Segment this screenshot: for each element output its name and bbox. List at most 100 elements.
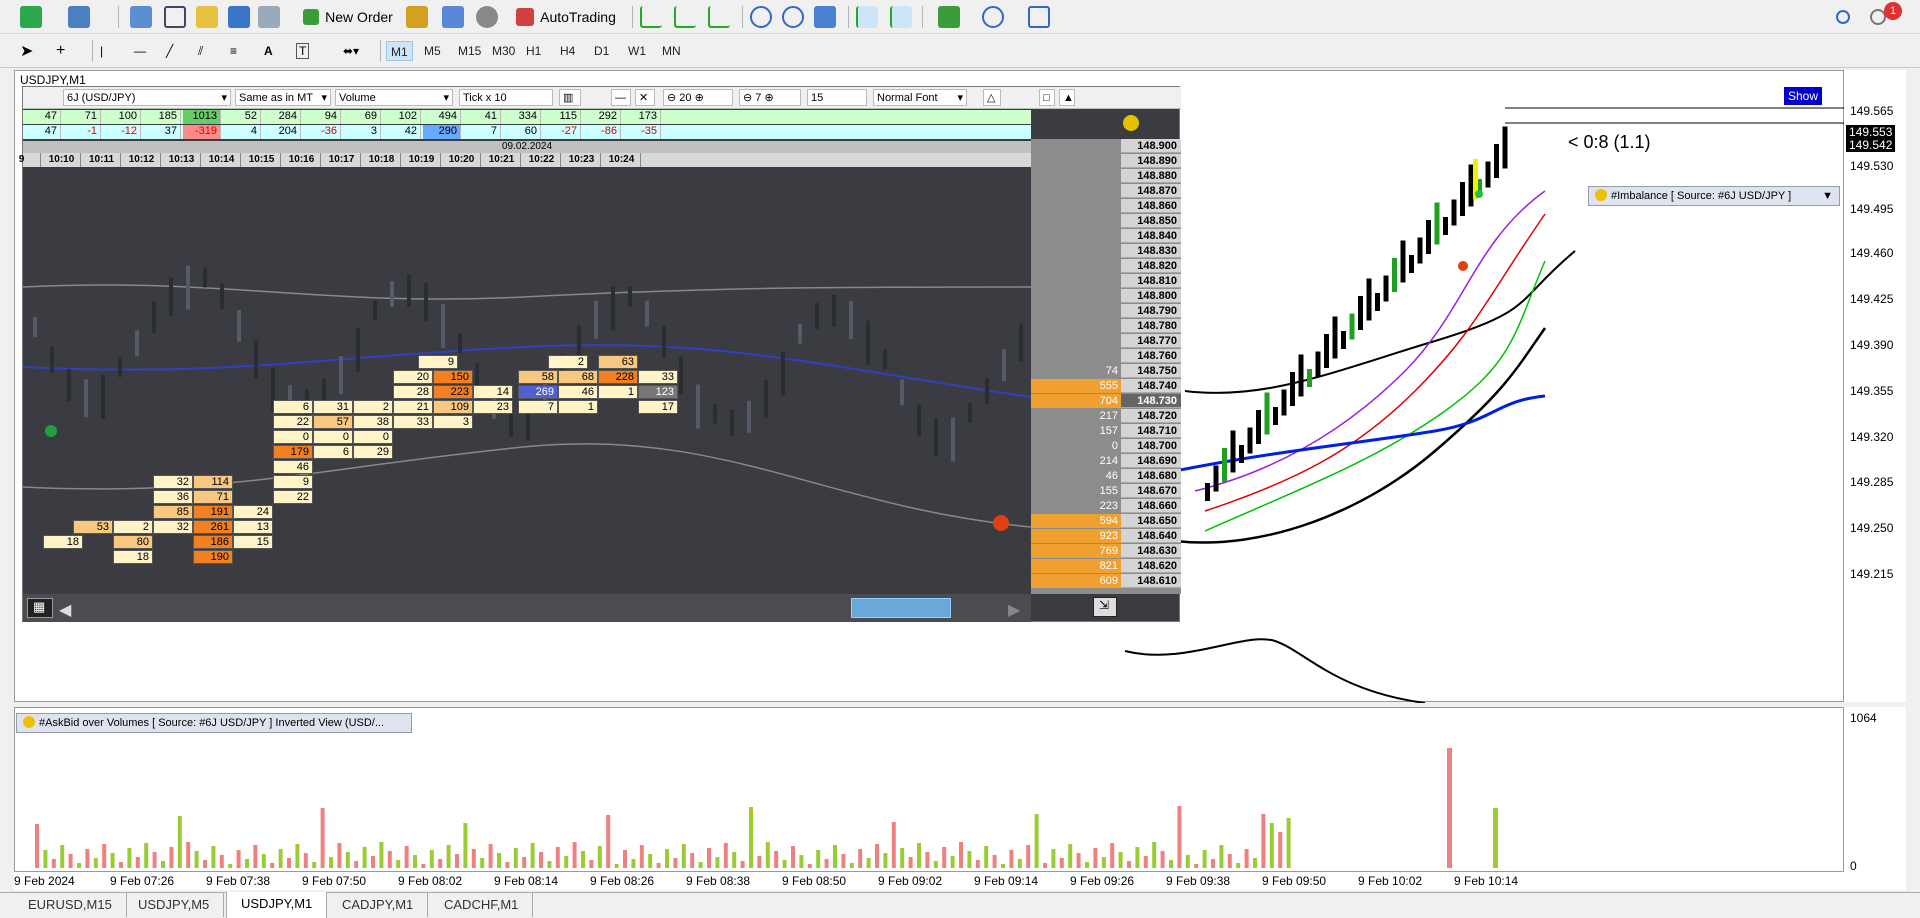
timeframe-mn[interactable]: MN: [658, 41, 685, 61]
footprint-candle: [883, 349, 887, 370]
ladder-price: 148.780: [1121, 319, 1181, 333]
font-select[interactable]: Normal Font ▾: [873, 89, 967, 106]
timeframe-m30[interactable]: M30: [488, 41, 519, 61]
footprint-cell: 23: [473, 400, 513, 414]
chart-tab[interactable]: CADCHF,M1: [430, 893, 534, 917]
footprint-candle: [985, 378, 989, 405]
candle: [1358, 296, 1363, 330]
ladder-price: 148.810: [1121, 274, 1181, 288]
timeframe-m5[interactable]: M5: [420, 41, 445, 61]
tile-windows-button[interactable]: [814, 4, 836, 30]
timeframe-d1[interactable]: D1: [590, 41, 613, 61]
volume-bar: [740, 861, 745, 868]
terminal-button[interactable]: [228, 4, 250, 30]
auto-scroll-button[interactable]: [856, 4, 878, 30]
imbalance-indicator-label[interactable]: #Imbalance [ Source: #6J USD/JPY ] ▼: [1588, 186, 1840, 206]
price-axis[interactable]: 149.565 149.553 149.542 149.530 149.495 149.4…: [1844, 70, 1906, 702]
tick-select[interactable]: Tick x 10: [459, 89, 553, 106]
ladder-row: 555 148.740: [1031, 379, 1181, 394]
candlestick-button[interactable]: [674, 4, 696, 30]
equidistant-channel-button[interactable]: ⫽: [198, 38, 203, 64]
line-chart-button[interactable]: [708, 4, 730, 30]
vertical-line-button[interactable]: |: [100, 38, 103, 64]
timeframe-m15[interactable]: M15: [454, 41, 485, 61]
templates-button[interactable]: [1020, 4, 1058, 30]
zoom-in-button[interactable]: [750, 4, 772, 30]
signals-button[interactable]: [442, 4, 464, 30]
footprint-cell: 31: [313, 400, 353, 414]
folder-icon: [196, 6, 218, 28]
chart-shift-button[interactable]: [890, 4, 912, 30]
show-button[interactable]: Show: [1784, 87, 1822, 105]
type-select[interactable]: Volume ▾: [335, 89, 453, 106]
indicators-button[interactable]: [930, 4, 968, 30]
resize-button[interactable]: ⇲: [1093, 597, 1117, 617]
price-label: 149.542: [1846, 138, 1896, 152]
volume-bar: [228, 864, 233, 868]
down-icon: ⊖: [743, 92, 753, 104]
text-button[interactable]: A: [264, 38, 273, 64]
chart-tab[interactable]: USDJPY,M1: [226, 892, 328, 918]
level-control[interactable]: 15: [807, 89, 867, 106]
periods-button[interactable]: [974, 4, 1012, 30]
volume-bar: [950, 856, 955, 868]
market-watch-button[interactable]: [130, 4, 152, 30]
autotrading-button[interactable]: AutoTrading: [508, 4, 624, 30]
data-window-button[interactable]: [164, 4, 186, 30]
footprint-panel[interactable]: 6J (USD/JPY) ▾ Same as in MT ▾ Volume ▾ Tic…: [19, 86, 1181, 622]
cursor-button[interactable]: ➤: [20, 38, 33, 64]
chart-tab[interactable]: CADJPY,M1: [328, 893, 429, 917]
market-button[interactable]: [476, 4, 498, 30]
maximize-button[interactable]: □: [1039, 89, 1055, 106]
black-line: [1184, 250, 1576, 394]
collapse-button[interactable]: ▲: [1059, 89, 1075, 106]
mode-select[interactable]: Same as in MT ▾: [235, 89, 331, 106]
fibonacci-button[interactable]: ≡: [230, 38, 237, 64]
dropdown-arrow-icon[interactable]: ▼: [1822, 187, 1833, 205]
candle: [1434, 202, 1440, 245]
subchart-title[interactable]: #AskBid over Volumes [ Source: #6J USD/J…: [16, 713, 412, 733]
new-chart-button[interactable]: [20, 4, 42, 30]
horizontal-line-button[interactable]: —: [134, 38, 146, 64]
candle: [1451, 199, 1457, 226]
volume-bar: [858, 849, 863, 868]
price-ladder[interactable]: 148.900 148.890 148.880 148.870 148.860 148.8…: [1031, 139, 1181, 594]
notifications-button[interactable]: 1: [1870, 2, 1902, 30]
search-button[interactable]: [1836, 4, 1850, 30]
chart-tab[interactable]: USDJPY,M5: [124, 893, 225, 917]
delta-cell: -36: [303, 125, 341, 139]
volume-bar: [975, 860, 980, 868]
instrument-select[interactable]: 6J (USD/JPY) ▾: [63, 89, 231, 106]
timeframe-m1[interactable]: M1: [386, 41, 413, 61]
ladder-volume: 769: [1031, 544, 1121, 558]
scroll-left-button[interactable]: ◀: [59, 600, 71, 620]
scroll-right-button[interactable]: ▶: [1008, 600, 1020, 620]
trendline-button[interactable]: ╱: [166, 38, 173, 64]
zoom-control[interactable]: ⊖ 20 ⊕: [663, 89, 733, 106]
zoom-out-button[interactable]: [782, 4, 804, 30]
volume-bar: [1211, 859, 1215, 868]
alert-button[interactable]: △: [983, 89, 1001, 106]
timeframe-h1[interactable]: H1: [522, 41, 545, 61]
metaeditor-button[interactable]: [406, 4, 428, 30]
crosshair-button[interactable]: +: [56, 38, 65, 64]
volume-bar: [900, 848, 905, 868]
timeframe-w1[interactable]: W1: [624, 41, 650, 61]
profiles-button[interactable]: [68, 4, 90, 30]
text-label-button[interactable]: T: [296, 38, 310, 64]
arrows-button[interactable]: ⬌▾: [332, 38, 370, 64]
new-order-button[interactable]: New Order: [296, 4, 400, 30]
chart-tab[interactable]: EURUSD,M15: [14, 893, 127, 917]
timeframe-h4[interactable]: H4: [556, 41, 579, 61]
calendar-button[interactable]: ▦: [27, 598, 53, 618]
close-button[interactable]: ✕: [635, 89, 655, 106]
histogram-button[interactable]: ▥: [559, 89, 581, 106]
rows-control[interactable]: ⊖ 7 ⊕: [739, 89, 801, 106]
scrollbar-thumb[interactable]: [851, 598, 951, 618]
minus-button[interactable]: —: [611, 89, 631, 106]
footprint-toolbar: 6J (USD/JPY) ▾ Same as in MT ▾ Volume ▾ Tic…: [23, 87, 1181, 109]
tester-button[interactable]: [258, 4, 280, 30]
indicators-icon: [938, 6, 960, 28]
bar-chart-button[interactable]: [640, 4, 662, 30]
navigator-button[interactable]: [196, 4, 218, 30]
